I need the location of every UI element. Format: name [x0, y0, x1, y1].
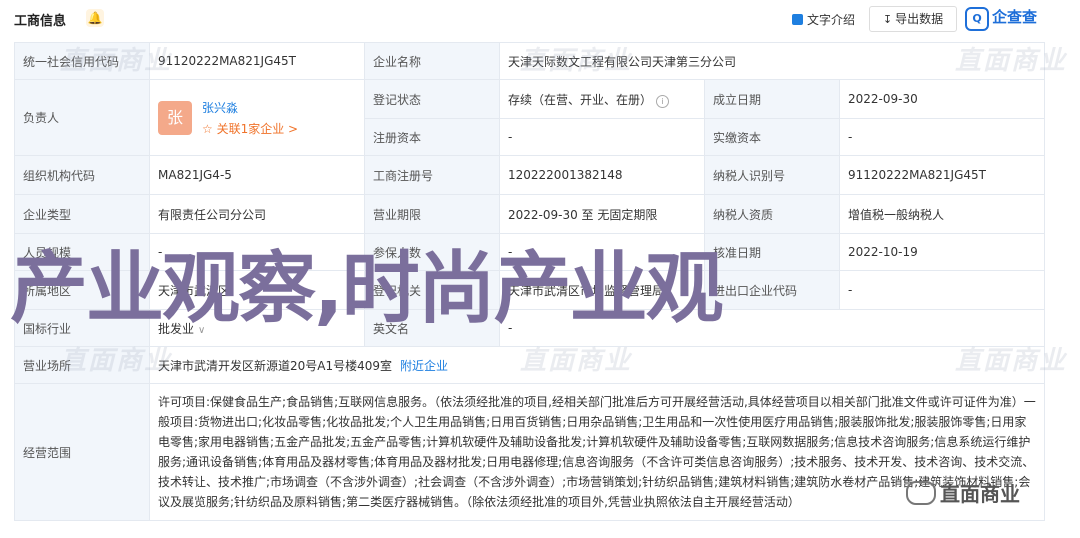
nearby-companies-link[interactable]: 附近企业 — [400, 359, 448, 373]
export-data-button[interactable]: ↧ 导出数据 — [869, 6, 957, 32]
download-icon: ↧ — [882, 13, 893, 26]
paid-capital-value: - — [839, 118, 1045, 156]
reg-status-cell: 存续（在营、开业、在册） i — [499, 79, 705, 119]
reg-status-value: 存续（在营、开业、在册） — [508, 92, 653, 107]
tax-id-label: 纳税人识别号 — [704, 155, 840, 195]
address-value: 天津市武清开发区新源道20号A1号楼409室 — [158, 358, 393, 373]
org-code-label: 组织机构代码 — [14, 155, 150, 195]
export-label: 导出数据 — [895, 12, 944, 26]
found-date-label: 成立日期 — [704, 79, 840, 119]
reg-no-value: 120222001382148 — [499, 155, 705, 195]
qichacha-logo: Q 企查查 — [965, 6, 1038, 31]
scope-label: 经营范围 — [14, 383, 150, 521]
watermark: 直面商业 — [955, 346, 1068, 376]
bell-icon[interactable]: 🔔 — [86, 9, 104, 27]
watermark: 直面商业 — [520, 346, 633, 376]
logo-text: 企查查 — [992, 8, 1038, 26]
watermark: 直面商业 — [60, 46, 173, 76]
import-value: - — [839, 270, 1045, 310]
tax-qual-value: 增值税一般纳税人 — [839, 194, 1045, 234]
section-title: 工商信息 — [14, 14, 67, 29]
top-bar: 工商信息 🔔 文字介绍 ↧ 导出数据 Q 企查查 — [0, 0, 1080, 38]
avatar: 张 — [158, 100, 192, 135]
wechat-badge: 直面商业 — [906, 478, 1020, 507]
table-row: 负责人 张 张兴淼 ☆ 关联1家企业 > 登记状态 存续（在营、开业、在册） i … — [14, 79, 1045, 156]
related-label: 关联1家企业 > — [216, 121, 299, 136]
wechat-icon — [906, 481, 936, 505]
watermark: 直面商业 — [955, 46, 1068, 76]
table-row: 组织机构代码 MA821JG4-5 工商注册号 120222001382148 … — [14, 155, 1045, 195]
import-label: 进出口企业代码 — [704, 270, 840, 310]
found-date-value: 2022-09-30 — [839, 79, 1045, 119]
company-name-label: 企业名称 — [364, 42, 500, 80]
reg-status-label: 登记状态 — [364, 79, 500, 119]
banner-overlay-text: 产业观察,时尚产业观 — [10, 244, 724, 334]
tax-id-value: 91120222MA821JG45T — [839, 155, 1045, 195]
document-icon — [792, 14, 803, 25]
reg-capital-value: - — [499, 118, 705, 156]
approve-label: 核准日期 — [704, 233, 840, 271]
logo-mark-icon: Q — [965, 7, 989, 31]
table-row: 经营范围 许可项目:保健食品生产;食品销售;互联网信息服务。（依法须经批准的项目… — [14, 383, 1045, 521]
paid-capital-label: 实缴资本 — [704, 118, 840, 156]
org-code-value: MA821JG4-5 — [149, 155, 365, 195]
reg-no-label: 工商注册号 — [364, 155, 500, 195]
credit-code-value: 91120222MA821JG45T — [149, 42, 365, 80]
related-companies-link[interactable]: ☆ 关联1家企业 > — [202, 120, 298, 137]
text-intro-button[interactable]: 文字介绍 — [792, 11, 855, 28]
watermark: 直面商业 — [520, 46, 633, 76]
wechat-label: 直面商业 — [940, 482, 1020, 506]
text-intro-label: 文字介绍 — [807, 13, 856, 27]
related-icon: ☆ — [202, 121, 217, 136]
legal-person-name-link[interactable]: 张兴淼 — [202, 99, 298, 116]
legal-person-cell: 张 张兴淼 ☆ 关联1家企业 > — [149, 79, 365, 156]
legal-person-label: 负责人 — [14, 79, 150, 156]
info-icon[interactable]: i — [656, 94, 670, 108]
tax-qual-label: 纳税人资质 — [704, 194, 840, 234]
reg-capital-label: 注册资本 — [364, 118, 500, 156]
approve-value: 2022-10-19 — [839, 233, 1045, 271]
watermark: 直面商业 — [60, 346, 173, 376]
